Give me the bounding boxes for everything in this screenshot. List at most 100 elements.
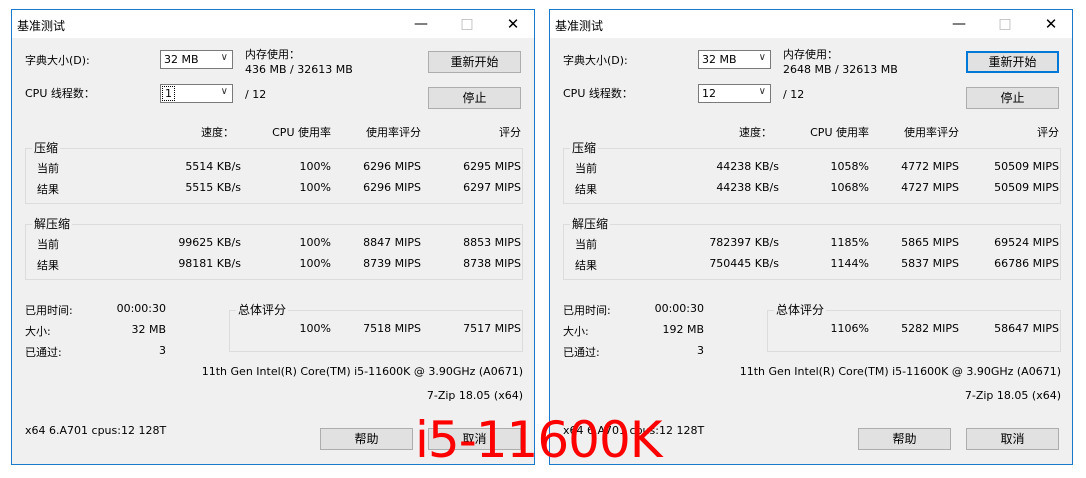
usage-rating-value: 5865 MIPS [901,236,959,249]
cpu-threads-value: 1 [162,86,175,101]
cpu-threads-total: / 12 [783,88,805,101]
row-label: 结果 [37,259,59,272]
column-header-rating: 评分 [1037,126,1059,139]
usage-rating-value: 6296 MIPS [363,160,421,173]
cpu-usage-value: 100% [299,181,331,194]
stop-button[interactable]: 停止 [428,87,521,109]
speed-value: 750445 KB/s [709,257,779,270]
maximize-icon[interactable]: □ [982,10,1028,38]
column-header-cpu-usage: CPU 使用率 [810,126,869,139]
title-bar[interactable]: 基准测试 — □ ✕ [550,10,1072,38]
maximize-icon[interactable]: □ [444,10,490,38]
dictionary-size-value: 32 MB [164,53,199,66]
total-rating-label: 总体评分 [236,301,289,318]
cpu-threads-select[interactable]: 1 ∨ [160,84,233,103]
cpu-usage-value: 100% [299,257,331,270]
speed-value: 44238 KB/s [716,181,779,194]
cpu-threads-label: CPU 线程数： [25,87,95,100]
cpu-model: 11th Gen Intel(R) Core(TM) i5-11600K @ 3… [739,365,1061,378]
passes-label: 已通过: [25,346,62,359]
total-usage-rating: 5282 MIPS [901,322,959,335]
memory-usage-value: 436 MB / 32613 MB [245,63,353,76]
memory-usage-label: 内存使用： [783,48,838,61]
dictionary-size-select[interactable]: 32 MB ∨ [160,50,233,69]
benchmark-window: 基准测试 — □ ✕ 字典大小(D): 32 MB ∨ 内存使用： 2648 MB / 3261… [549,9,1073,465]
total-cpu-usage: 100% [299,322,331,335]
size-value: 32 MB [131,323,166,336]
app-version: 7-Zip 18.05 (x64) [426,389,523,402]
cancel-button[interactable]: 取消 [966,428,1059,450]
column-header-rating: 评分 [499,126,521,139]
memory-usage-value: 2648 MB / 32613 MB [783,63,898,76]
total-rating-label: 总体评分 [774,301,827,318]
restart-button[interactable]: 重新开始 [966,51,1059,73]
rating-value: 6297 MIPS [463,181,521,194]
memory-usage-label: 内存使用： [245,48,300,61]
restart-button[interactable]: 重新开始 [428,51,521,73]
row-label: 结果 [575,259,597,272]
elapsed-time-label: 已用时间: [563,304,611,317]
total-rating: 7517 MIPS [463,322,521,335]
dictionary-size-value: 32 MB [702,53,737,66]
speed-value: 98181 KB/s [178,257,241,270]
speed-value: 5515 KB/s [185,181,241,194]
dictionary-size-label: 字典大小(D): [25,54,90,67]
column-header-usage-rating: 使用率评分 [904,126,959,139]
column-header-speed: 速度： [201,126,234,139]
compression-group [25,148,523,204]
speed-value: 5514 KB/s [185,160,241,173]
row-label: 当前 [37,162,59,175]
cpu-usage-value: 1058% [830,160,869,173]
passes-value: 3 [697,344,704,357]
app-version: 7-Zip 18.05 (x64) [964,389,1061,402]
close-icon[interactable]: ✕ [1028,10,1074,38]
column-header-speed: 速度： [739,126,772,139]
cpu-threads-select[interactable]: 12 ∨ [698,84,771,103]
total-rating: 58647 MIPS [994,322,1059,335]
speed-value: 782397 KB/s [709,236,779,249]
system-info: x64 6.A701 cpus:12 128T [25,424,167,437]
elapsed-time-label: 已用时间: [25,304,73,317]
cpu-usage-value: 1144% [830,257,869,270]
usage-rating-value: 5837 MIPS [901,257,959,270]
cpu-usage-value: 100% [299,236,331,249]
decompression-label: 解压缩 [32,215,73,232]
compression-label: 压缩 [32,139,61,156]
benchmark-window: 基准测试 — □ ✕ 字典大小(D): 32 MB ∨ 内存使用： 436 MB / 32613… [11,9,535,465]
minimize-icon[interactable]: — [936,10,982,38]
chevron-down-icon: ∨ [220,52,228,63]
usage-rating-value: 8739 MIPS [363,257,421,270]
title-bar[interactable]: 基准测试 — □ ✕ [12,10,534,38]
overlay-cpu-label: i5-11600K [415,411,663,469]
cpu-usage-value: 1068% [830,181,869,194]
elapsed-time-value: 00:00:30 [654,302,704,315]
chevron-down-icon: ∨ [758,52,766,63]
stop-button[interactable]: 停止 [966,87,1059,109]
usage-rating-value: 4727 MIPS [901,181,959,194]
dictionary-size-select[interactable]: 32 MB ∨ [698,50,771,69]
passes-label: 已通过: [563,346,600,359]
help-button[interactable]: 帮助 [320,428,413,450]
passes-value: 3 [159,344,166,357]
rating-value: 8853 MIPS [463,236,521,249]
speed-value: 44238 KB/s [716,160,779,173]
speed-value: 99625 KB/s [178,236,241,249]
size-value: 192 MB [662,323,704,336]
rating-value: 50509 MIPS [994,160,1059,173]
cpu-threads-value: 12 [702,87,716,100]
compression-group [563,148,1061,204]
compression-label: 压缩 [570,139,599,156]
rating-value: 8738 MIPS [463,257,521,270]
row-label: 结果 [575,183,597,196]
usage-rating-value: 8847 MIPS [363,236,421,249]
rating-value: 50509 MIPS [994,181,1059,194]
rating-value: 6295 MIPS [463,160,521,173]
elapsed-time-value: 00:00:30 [116,302,166,315]
close-icon[interactable]: ✕ [490,10,536,38]
window-title: 基准测试 [17,19,66,33]
chevron-down-icon: ∨ [220,86,228,97]
total-cpu-usage: 1106% [830,322,869,335]
help-button[interactable]: 帮助 [858,428,951,450]
minimize-icon[interactable]: — [398,10,444,38]
cpu-usage-value: 1185% [830,236,869,249]
